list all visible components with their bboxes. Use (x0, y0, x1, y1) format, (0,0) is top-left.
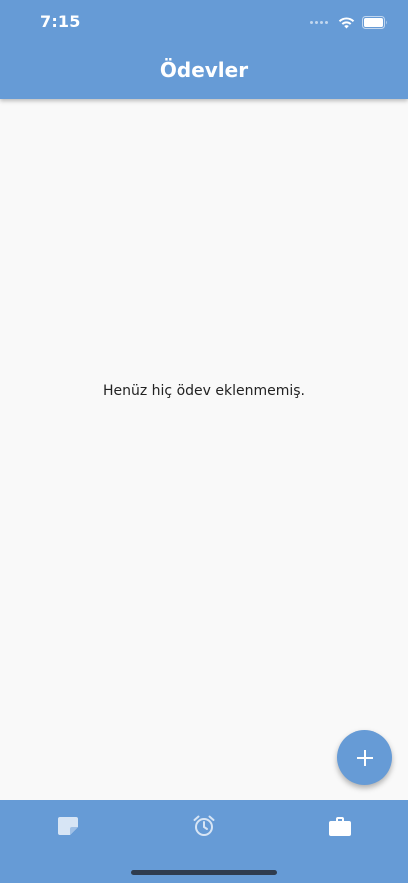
plus-icon (356, 749, 373, 766)
cellular-dots-icon (310, 20, 330, 24)
home-indicator (131, 870, 277, 875)
status-bar: 7:15 (0, 0, 408, 44)
app-header: 7:15 Ödevler (0, 0, 408, 99)
nav-item-assignments[interactable] (326, 814, 354, 838)
briefcase-icon (329, 816, 351, 836)
app-screen: 7:15 Ödevler Henüz hiç ödev eklenmemiş. (0, 0, 408, 883)
note-icon (58, 817, 78, 835)
status-icons (310, 14, 388, 30)
page-title: Ödevler (159, 58, 249, 82)
status-time: 7:15 (40, 12, 81, 31)
nav-item-notes[interactable] (54, 814, 82, 838)
wifi-icon (338, 16, 355, 28)
empty-state-message: Henüz hiç ödev eklenmemiş. (102, 383, 305, 399)
bottom-navigation (0, 800, 408, 883)
nav-item-alarms[interactable] (190, 814, 218, 838)
battery-icon (362, 15, 387, 29)
alarm-clock-icon (193, 815, 215, 836)
add-assignment-button[interactable] (337, 730, 392, 785)
